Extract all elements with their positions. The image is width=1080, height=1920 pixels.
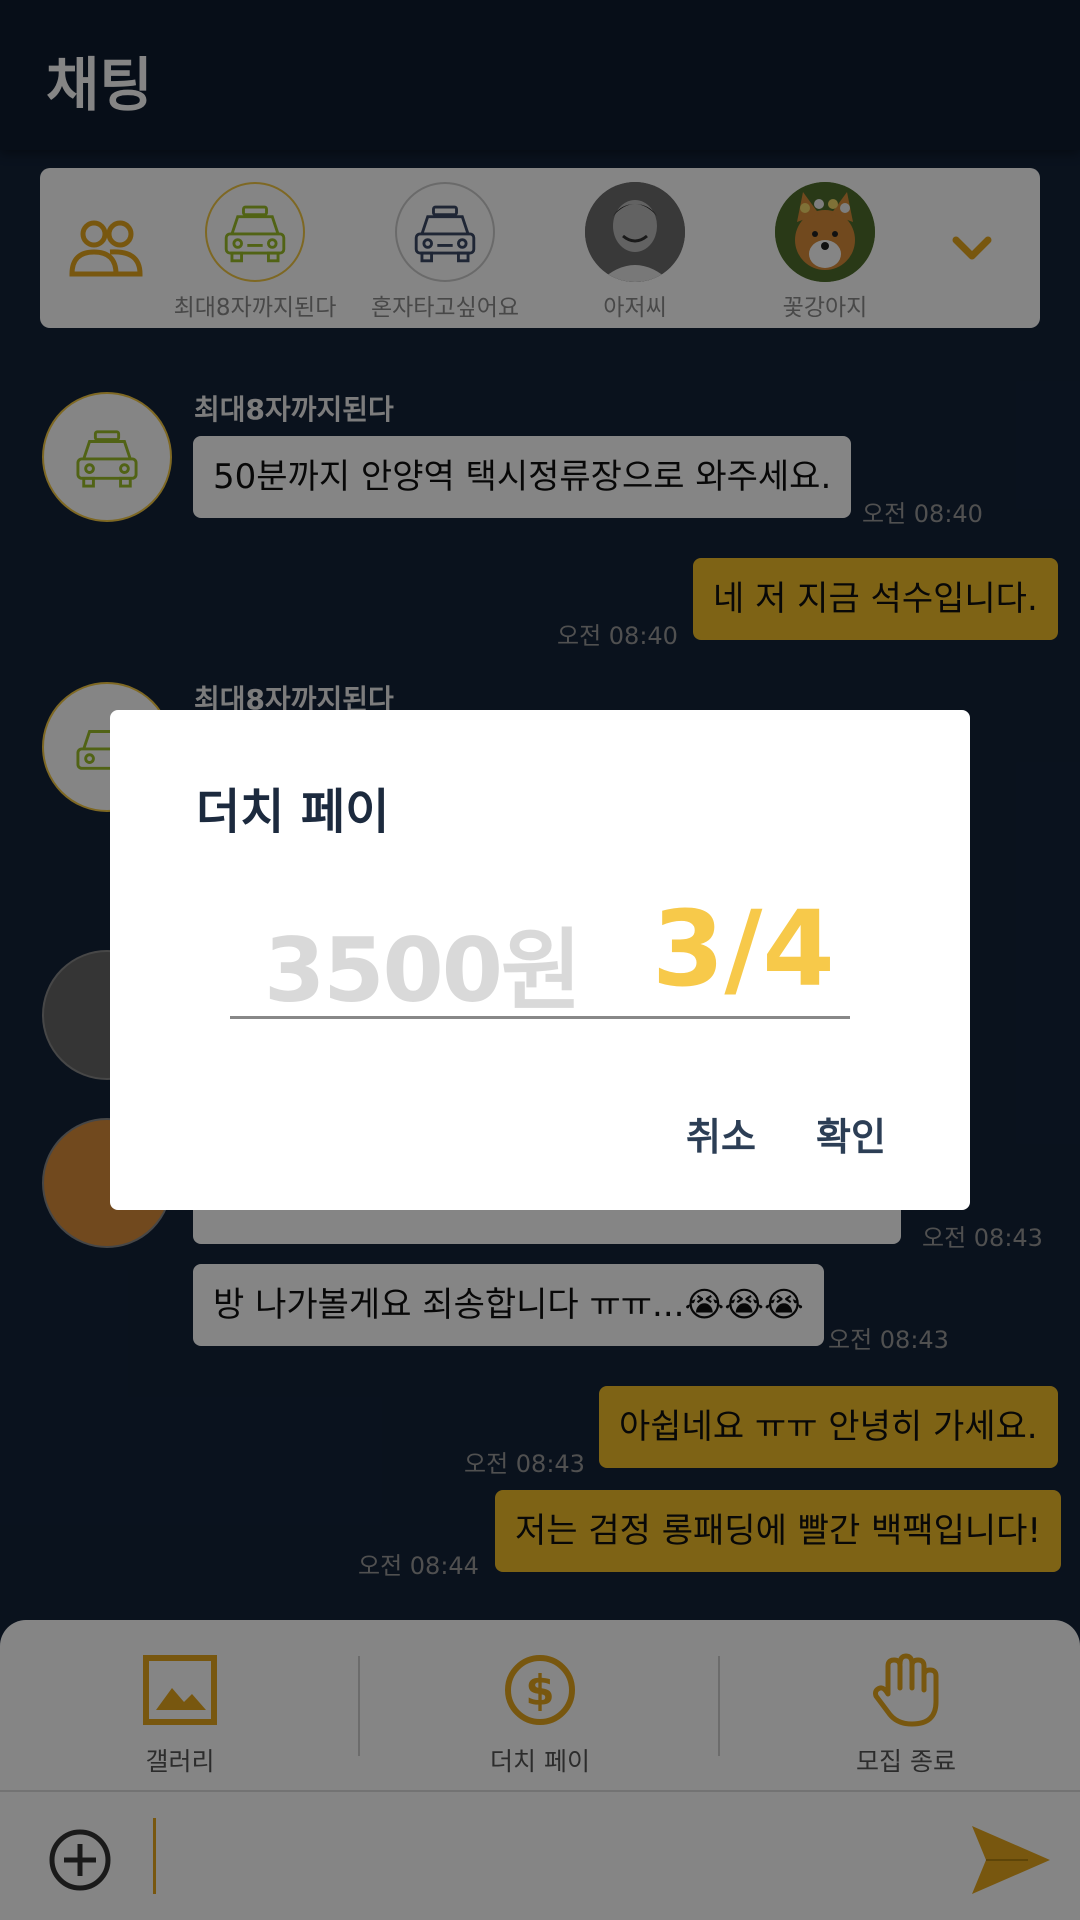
dutch-pay-dialog: 더치 페이 3500원 3/4 취소 확인 xyxy=(110,710,970,1210)
amount-input[interactable]: 3500원 xyxy=(264,900,582,1027)
cancel-button[interactable]: 취소 xyxy=(686,1106,756,1161)
confirm-button[interactable]: 확인 xyxy=(816,1106,886,1161)
dialog-title: 더치 페이 xyxy=(196,784,390,840)
input-underline xyxy=(230,1016,850,1019)
split-fraction: 3/4 xyxy=(652,888,835,1010)
